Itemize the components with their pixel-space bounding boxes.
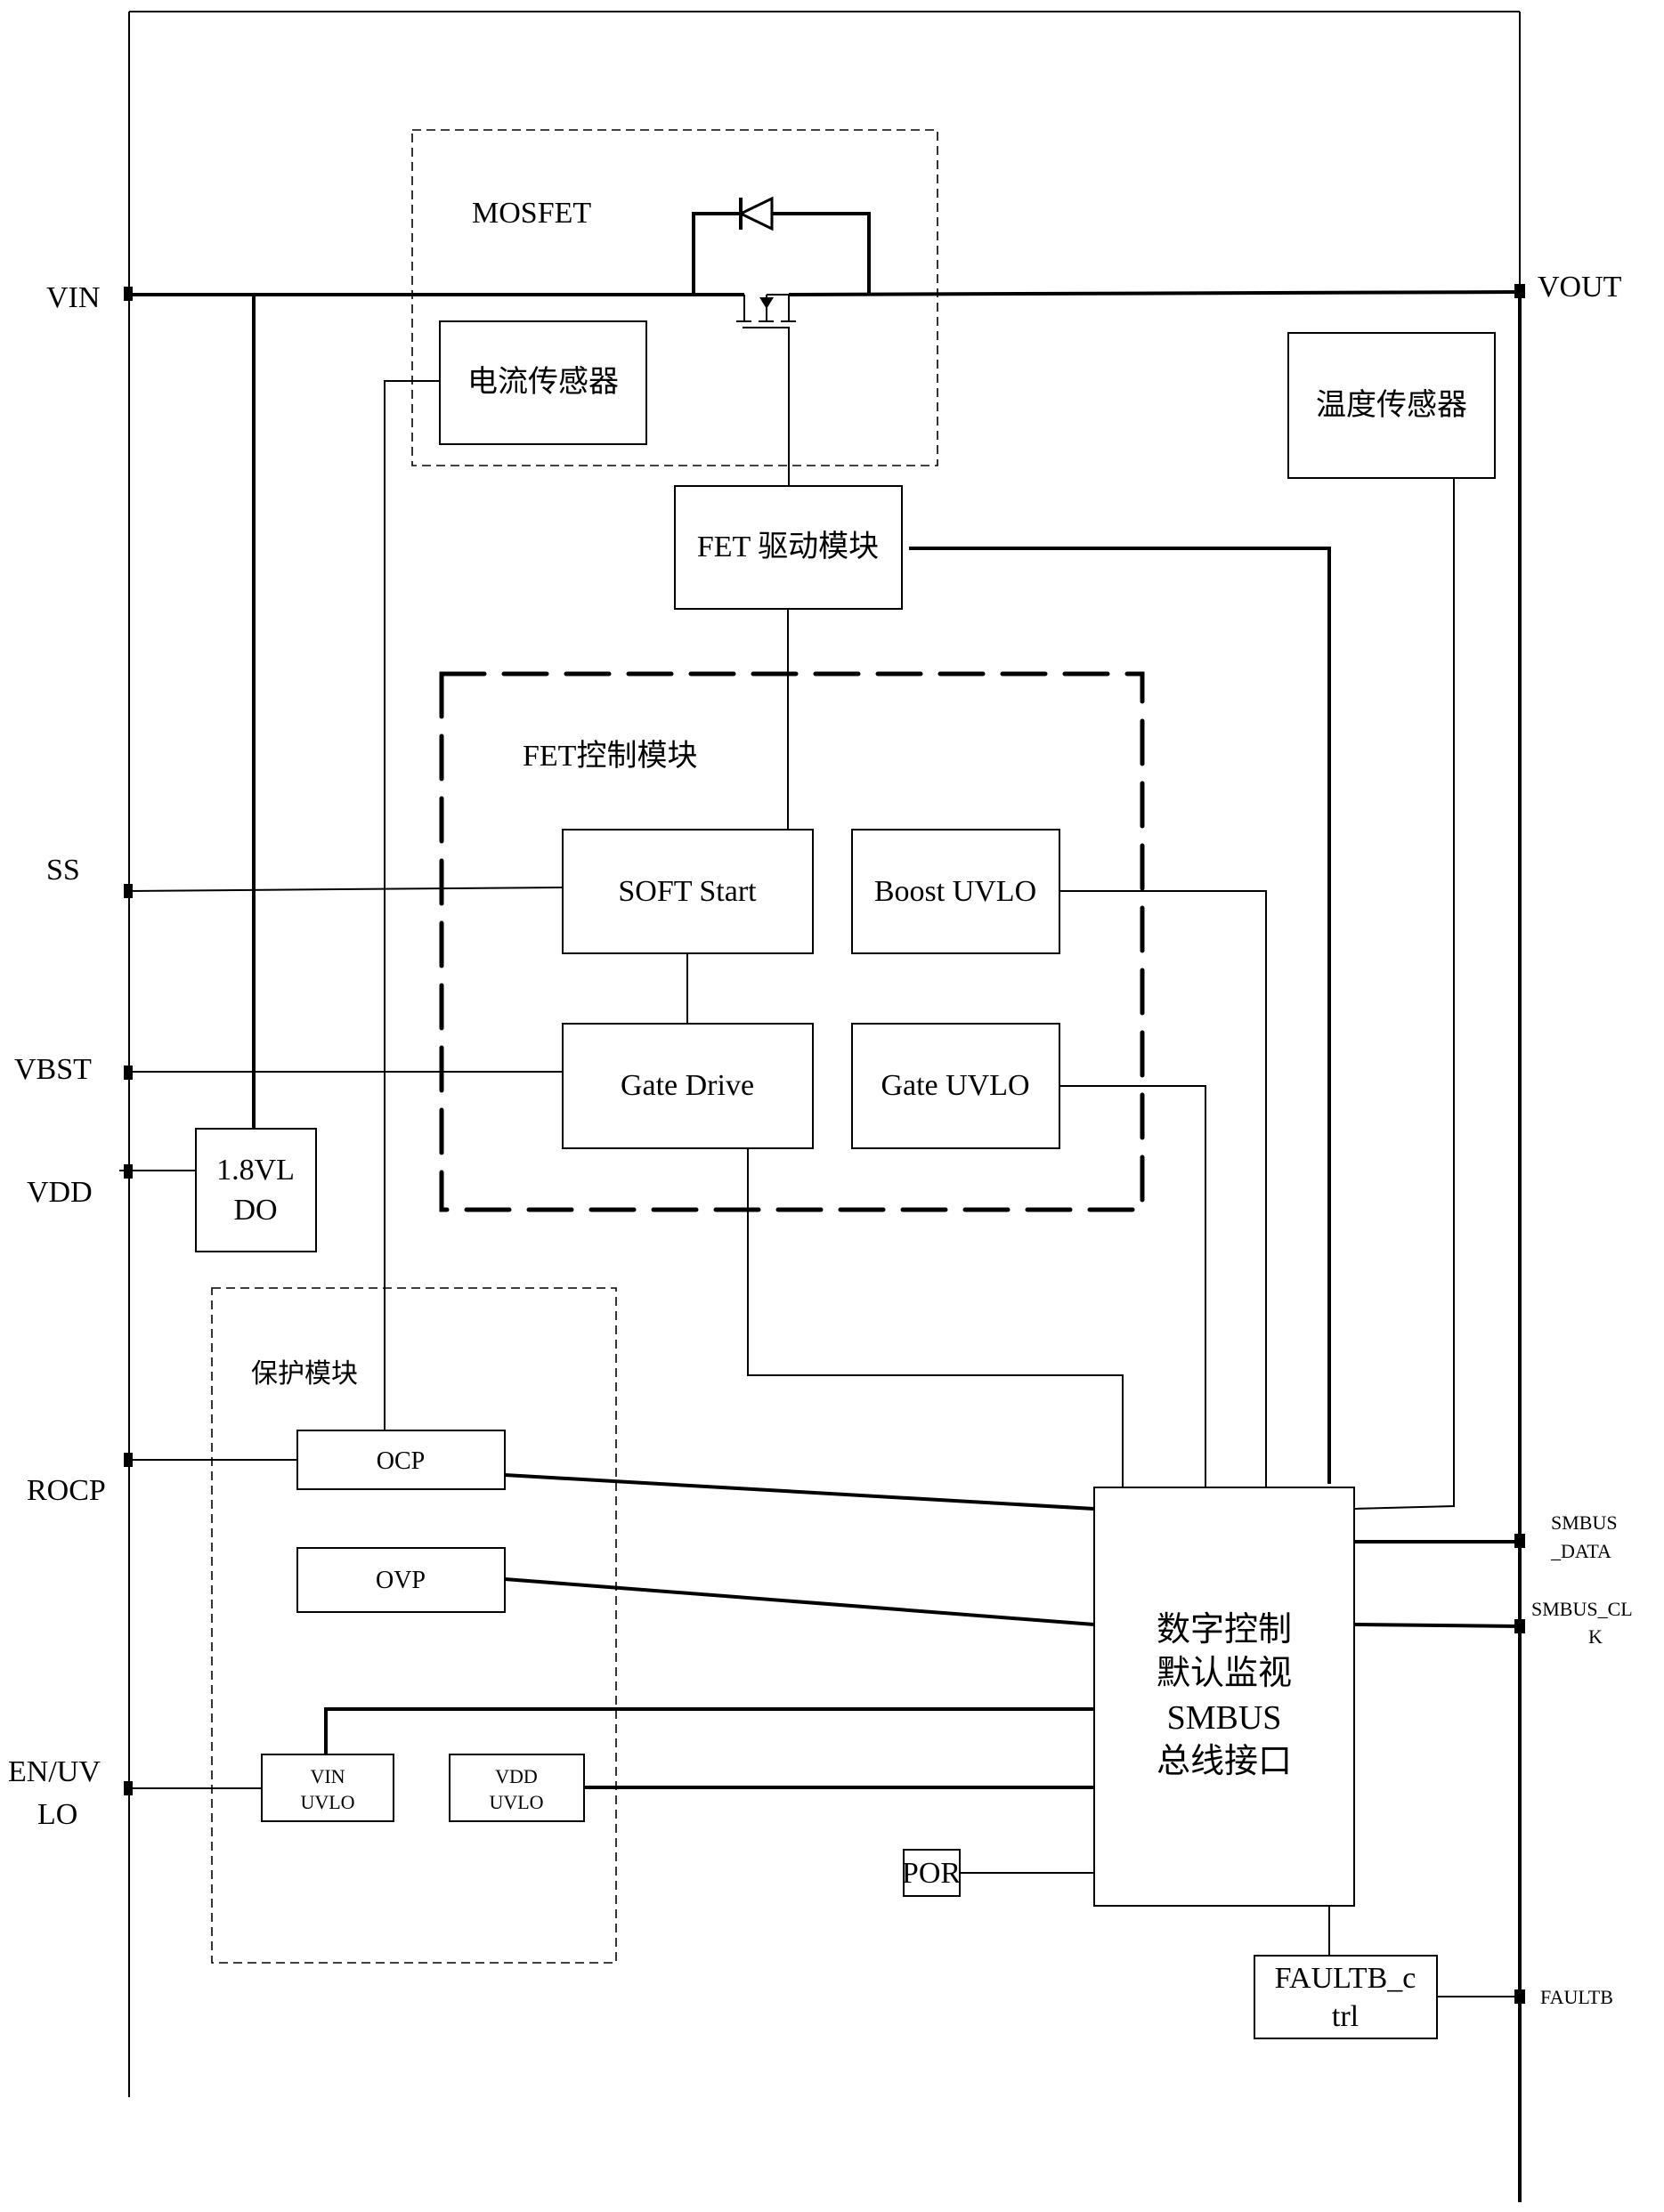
fet-control-group-label: FET控制模块 [523,739,697,773]
fet-control-group: FET控制模块 SOFT Start Boost UVLO Gate Drive… [439,671,1145,1212]
vin-pin-label: VIN [46,281,100,314]
protection-group: 保护模块 OCP OVP VIN UVLO VDD UVLO [211,1287,617,1964]
vbst-pin-label: VBST [14,1053,92,1086]
vin-uvlo-label-line2: UVLO [300,1791,354,1813]
ocp-label: OCP [377,1447,425,1475]
por-label: POR [902,1857,961,1890]
mosfet-group: MOSFET 电流传感器 [411,129,938,486]
faultb-pin-icon[interactable] [1514,1989,1525,2004]
en-uvlo-pin-label-line1: EN/UV [8,1755,101,1788]
ss-pin-label: SS [46,854,80,887]
vout-rail [788,290,1521,296]
temp-to-digital-wire [1353,478,1455,1510]
current-sensor-label: 电流传感器 [467,365,619,399]
faultb-ctrl-label-line2: trl [1332,2000,1359,2033]
right-pins: VOUT SMBUS _DATA SMBUS_CL K FAULTB [1514,271,1633,2008]
left-pins: VIN SS VBST VDD ROCP EN/UV LO [8,281,133,1831]
ss-pin-icon[interactable] [124,884,133,898]
fet-arrow-icon [759,297,774,309]
fet-gate-wire [743,327,790,486]
rocp-pin-label: ROCP [27,1474,106,1507]
digital-label-line1: 数字控制 [1157,1611,1292,1649]
diode-bypass-wire [692,212,871,295]
vin-pin-icon[interactable] [124,287,133,301]
rocp-pin-icon[interactable] [124,1453,133,1467]
en-uvlo-pin-label-line2: LO [37,1798,77,1831]
vdd-uvlo-label-line1: VDD [495,1765,538,1787]
boost-uvlo-to-digital-wire [1059,890,1267,1487]
gate-drive-label: Gate Drive [621,1069,754,1102]
digital-label-line2: 默认监视 [1157,1655,1292,1692]
current-sensor-to-ocp-wire [384,380,440,1430]
vin-uvlo-to-digital-wire [324,1707,1094,1754]
ocp-to-digital-wire [504,1473,1095,1511]
smbus-clk-pin-label-line1: SMBUS_CL [1531,1598,1633,1620]
smbus-data-pin-icon[interactable] [1514,1534,1525,1548]
vbst-pin-icon[interactable] [124,1065,133,1080]
faultb-pin-label: FAULTB [1540,1986,1613,2008]
vdd-pin-icon[interactable] [124,1164,133,1179]
smbus-clk-pin-label-line2: K [1588,1625,1603,1648]
smbus-data-pin-label-line2: _DATA [1550,1540,1611,1562]
ldo-label-line2: DO [233,1194,277,1227]
smbus-clk-pin-icon[interactable] [1514,1619,1525,1633]
ovp-label: OVP [376,1567,426,1594]
smbus-data-pin-label-line1: SMBUS [1551,1511,1618,1534]
temp-sensor-label: 温度传感器 [1316,388,1467,422]
en-uvlo-pin-icon[interactable] [124,1781,133,1795]
boost-uvlo-label: Boost UVLO [874,875,1036,908]
vout-pin-label: VOUT [1538,271,1622,304]
gate-uvlo-to-digital-wire [1059,1085,1206,1487]
ss-wire [128,887,564,892]
smbus-clk-wire [1353,1623,1521,1628]
soft-start-label: SOFT Start [618,875,757,908]
digital-label-line4: 总线接口 [1157,1743,1292,1780]
protection-group-border [211,1287,617,1964]
gate-uvlo-label: Gate UVLO [881,1069,1029,1102]
vdd-uvlo-label-line2: UVLO [489,1791,543,1813]
ldo-label-line1: 1.8VL [216,1154,295,1187]
mosfet-group-label: MOSFET [472,197,591,230]
protection-group-label: 保护模块 [251,1359,358,1389]
power-management-block-diagram: MOSFET 电流传感器 FET 驱动模块 温度传感器 FET控制模块 SOFT… [8,11,1633,2202]
ldo-block [195,1128,317,1252]
mosfet-symbol-icon [692,196,871,486]
vout-pin-icon[interactable] [1514,284,1525,298]
vin-uvlo-label-line1: VIN [310,1765,345,1787]
ovp-to-digital-wire [504,1577,1095,1626]
diode-triangle-icon [737,196,774,231]
digital-label-line3: SMBUS [1167,1699,1282,1737]
faultb-ctrl-label-line1: FAULTB_c [1275,1962,1416,1995]
fet-driver-label: FET 驱动模块 [697,530,879,563]
digital-control-block [1093,1487,1355,1907]
gate-drive-to-digital-wire [747,1148,1124,1487]
vdd-pin-label: VDD [27,1176,93,1209]
